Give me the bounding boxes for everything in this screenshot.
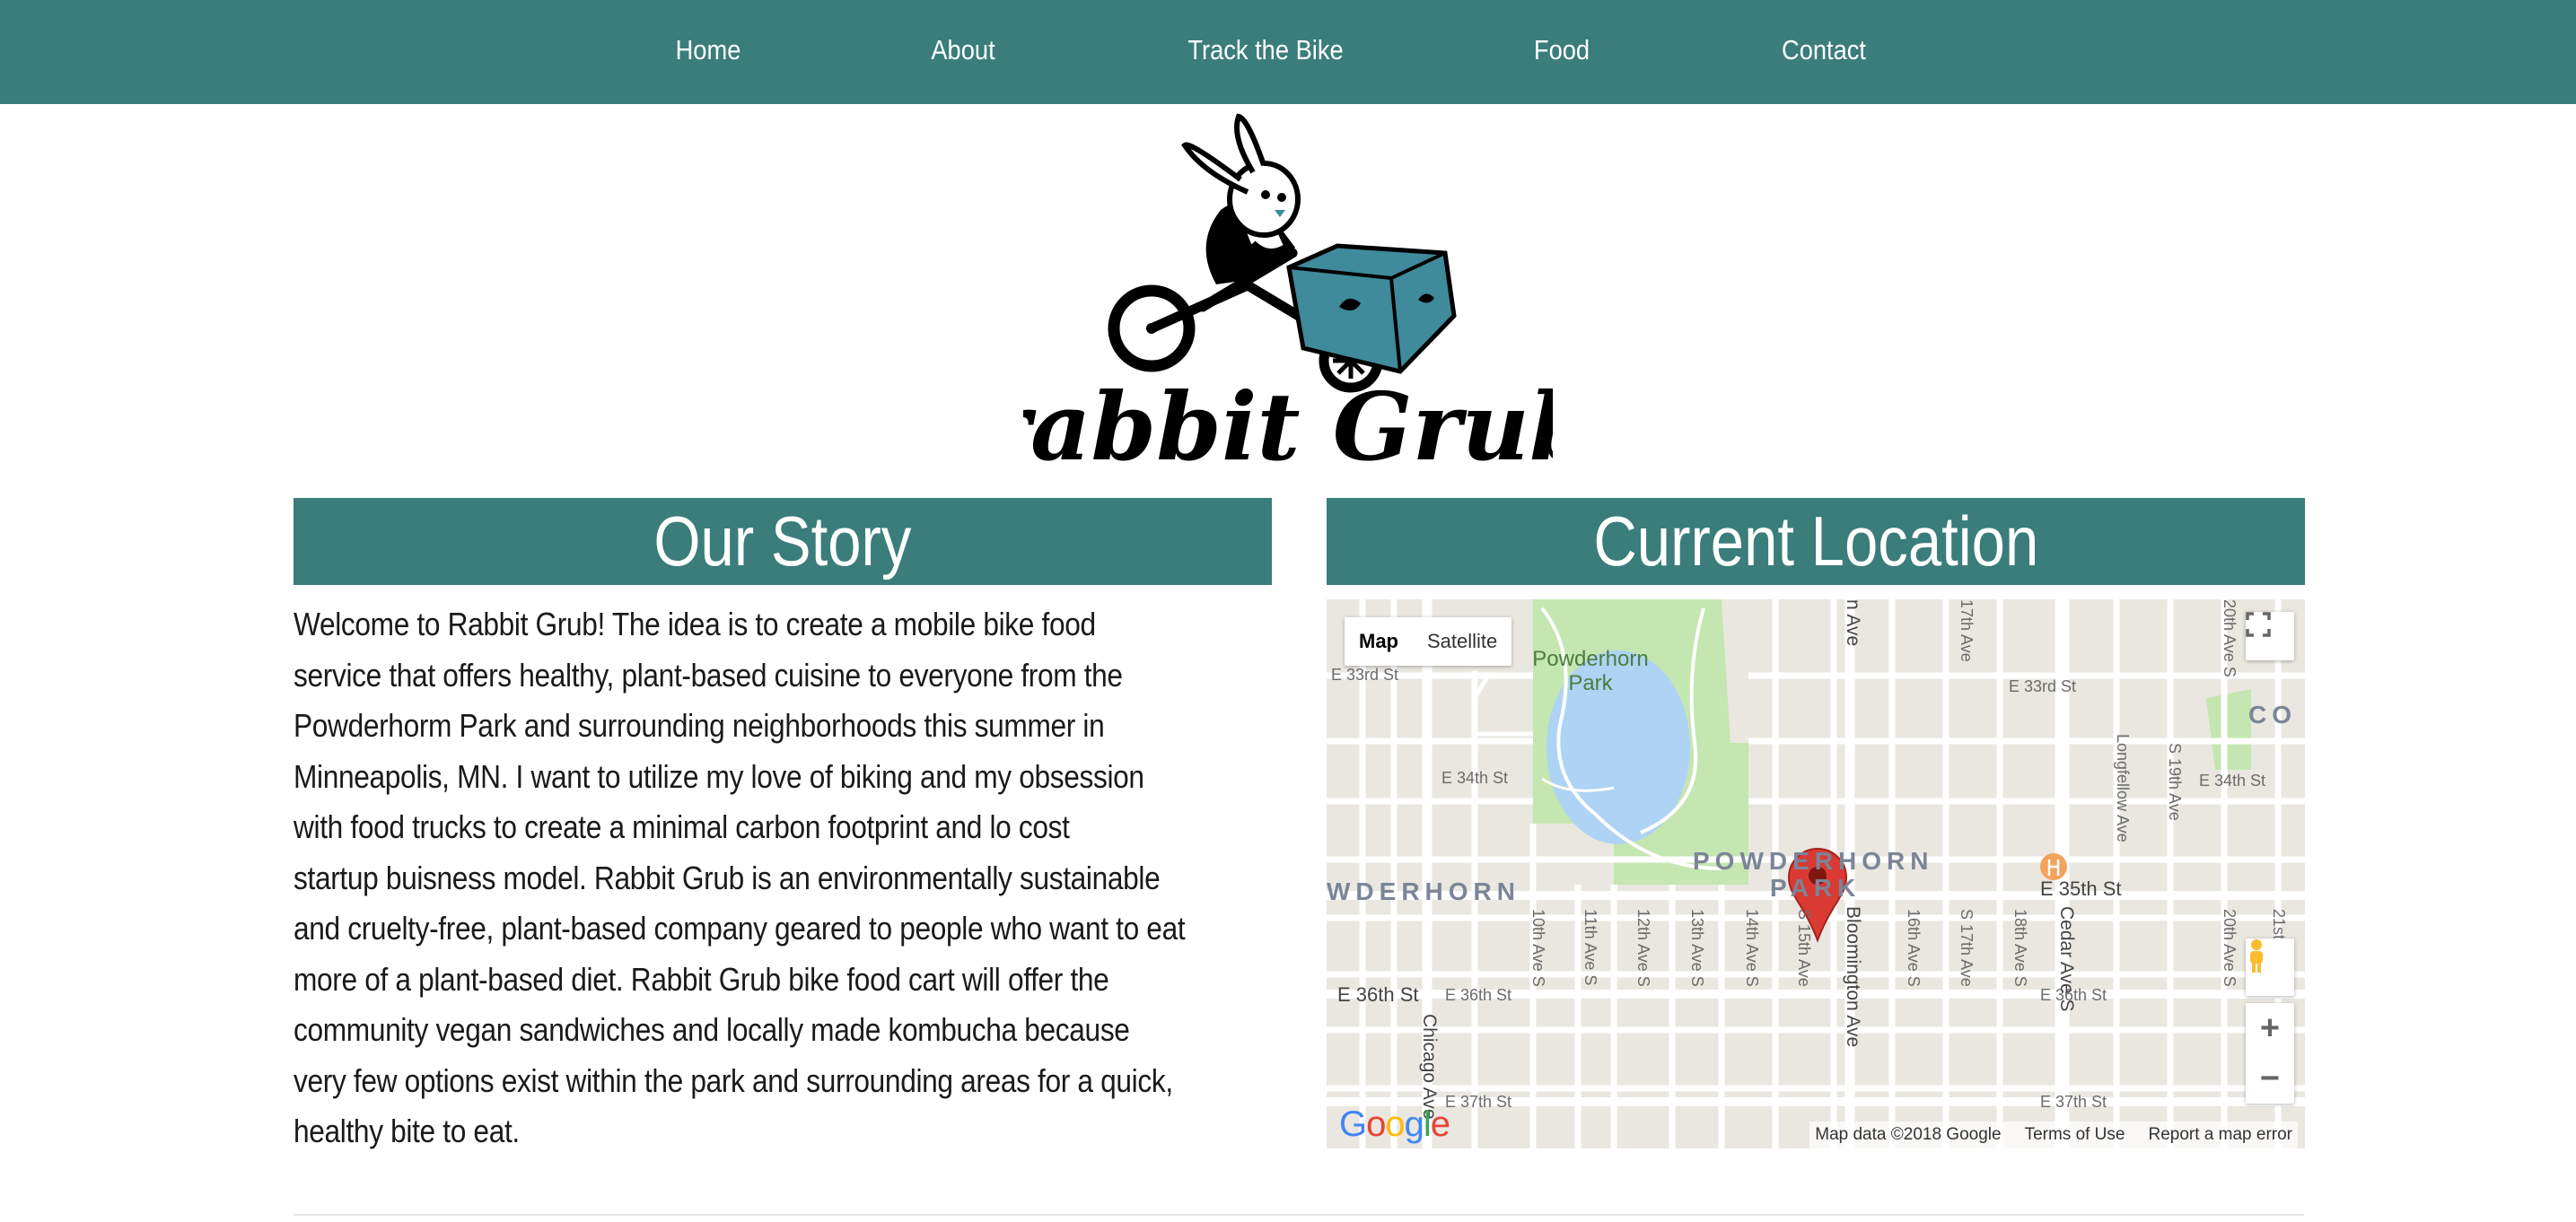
nav-about[interactable]: About xyxy=(931,0,994,104)
report-map-error-link[interactable]: Report a map error xyxy=(2148,1122,2292,1148)
map-attribution: Map data ©2018 Google Terms of Use Repor… xyxy=(1809,1122,2298,1148)
map-label-avenue: 16th Ave S xyxy=(1905,909,1923,987)
map-label-avenue: S 19th Ave xyxy=(2166,743,2184,821)
map-label-avenue: S 17th Ave xyxy=(1958,909,1976,987)
pegman-icon xyxy=(2250,939,2263,973)
story-line: Welcome to Rabbit Grub! The idea is to c… xyxy=(294,606,1096,642)
map-label-street: E 33rd St xyxy=(2009,677,2076,695)
zoom-in-button[interactable]: + xyxy=(2260,1003,2280,1053)
map-label-street: E 34th St xyxy=(2199,772,2265,790)
nav-contact[interactable]: Contact xyxy=(1782,0,1866,104)
map-label-street: E 36th St xyxy=(1445,986,1511,1004)
terms-of-use-link[interactable]: Terms of Use xyxy=(2025,1122,2125,1148)
current-location-heading: Current Location xyxy=(1327,498,2305,585)
map-label-avenue: Chicago Ave xyxy=(1419,1014,1440,1120)
google-logo[interactable]: Google xyxy=(1339,1104,1450,1145)
map-label-street: E 37th St xyxy=(2040,1093,2107,1111)
story-line: very few options exist within the park a… xyxy=(294,1061,1173,1099)
map-label-street: E 34th St xyxy=(1441,769,1508,787)
map-type-map-button[interactable]: Map xyxy=(1345,617,1413,666)
map-label-avenue: Longfellow Ave xyxy=(2114,734,2132,842)
our-story-heading: Our Story xyxy=(294,498,1272,585)
rabbit-on-cargo-bike-icon: rabbit Grub xyxy=(981,113,1595,482)
nav-home[interactable]: Home xyxy=(676,0,741,104)
google-map[interactable]: Powderhorn Park WDERHORN POWDERHORN PARK … xyxy=(1327,599,2305,1148)
map-data-credit: Map data ©2018 Google xyxy=(1815,1125,2002,1144)
story-line: with food trucks to create a minimal car… xyxy=(294,808,1070,845)
map-label-avenue: 21st xyxy=(2270,909,2288,939)
story-line: service that offers healthy, plant-based… xyxy=(294,656,1123,694)
logo-wordmark: rabbit Grub xyxy=(1023,371,1553,477)
story-line: startup buisness model. Rabbit Grub is a… xyxy=(294,859,1161,896)
map-label-avenue: 12th Ave S xyxy=(1634,909,1652,987)
footer-divider xyxy=(294,1214,2304,1216)
story-line: and cruelty-free, plant-based company ge… xyxy=(294,910,1186,947)
map-canvas[interactable]: Powderhorn Park WDERHORN POWDERHORN PARK … xyxy=(1327,599,2305,1148)
fullscreen-icon xyxy=(2246,612,2271,637)
map-label-avenue: 17th Ave xyxy=(1958,599,1976,662)
map-label-neighborhood-right: CO xyxy=(2248,701,2297,729)
zoom-control: + − xyxy=(2246,1003,2294,1104)
map-type-control: Map Satellite xyxy=(1345,617,1512,666)
story-line: more of a plant-based diet. Rabbit Grub … xyxy=(294,960,1109,998)
story-line: community vegan sandwiches and locally m… xyxy=(294,1011,1130,1048)
story-line: Powderhorm Park and surrounding neighbor… xyxy=(294,707,1105,744)
our-story-text: Welcome to Rabbit Grub! The idea is to c… xyxy=(294,599,1281,1157)
map-label-street: E 33rd St xyxy=(1331,666,1398,684)
map-label-avenue: 20th Ave S xyxy=(2221,599,2239,677)
map-label-neighborhood: POWDERHORN xyxy=(1693,847,1933,875)
map-label-avenue: 13th Ave S xyxy=(1688,909,1706,987)
map-label-avenue: 20th Ave S xyxy=(2221,909,2239,987)
top-navigation: Home About Track the Bike Food Contact xyxy=(0,0,2576,104)
nav-food[interactable]: Food xyxy=(1534,0,1590,104)
map-label-neighborhood-park: PARK xyxy=(1770,874,1861,902)
map-label-avenue: n Ave xyxy=(1843,599,1863,646)
map-label-street: E 36th St xyxy=(1337,983,1419,1006)
story-line: Minneapolis, MN. I want to utilize my lo… xyxy=(294,757,1144,795)
map-label-avenue: 14th Ave S xyxy=(1743,909,1761,987)
map-label-avenue: Bloomington Ave xyxy=(1843,906,1863,1047)
fullscreen-button[interactable] xyxy=(2246,612,2294,660)
map-label-avenue: S 15th Ave xyxy=(1795,909,1813,987)
map-label-avenue: 11th Ave S xyxy=(1582,909,1599,985)
street-view-pegman[interactable] xyxy=(2246,938,2294,996)
map-label-neighborhood-left: WDERHORN xyxy=(1327,877,1520,905)
map-label-street: E 35th St xyxy=(2040,877,2122,900)
zoom-out-button[interactable]: − xyxy=(2260,1053,2280,1104)
story-line: healthy bite to eat. xyxy=(294,1113,520,1149)
nav-track-the-bike[interactable]: Track the Bike xyxy=(1187,0,1343,104)
map-label-avenue: Cedar Ave S xyxy=(2056,906,2077,1012)
map-label-street: E 37th St xyxy=(1445,1093,1511,1111)
map-label-avenue: 18th Ave S xyxy=(2011,909,2029,987)
rabbit-grub-logo[interactable]: rabbit Grub xyxy=(981,109,1595,482)
map-label-avenue: 10th Ave S xyxy=(1529,909,1547,987)
map-type-satellite-button[interactable]: Satellite xyxy=(1413,617,1511,666)
